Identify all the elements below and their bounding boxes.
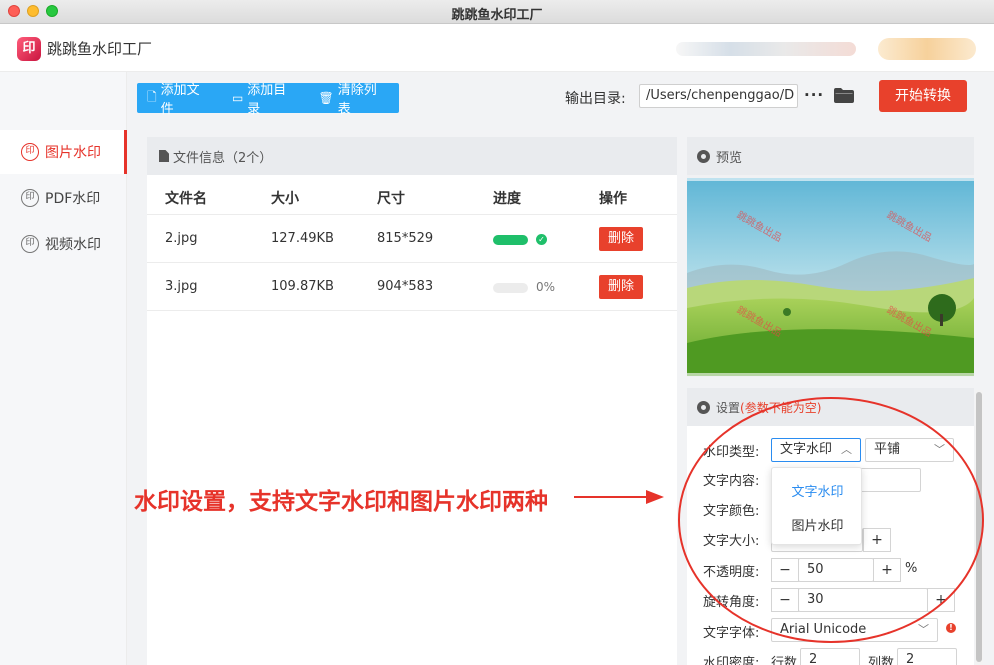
- column-header-dims: 尺寸: [377, 191, 405, 207]
- cols-label: 列数: [868, 656, 895, 665]
- table-bottom-border: [147, 310, 677, 311]
- rows-label: 行数: [771, 656, 798, 665]
- output-dir-label: 输出目录:: [565, 91, 626, 107]
- document-icon: [159, 150, 169, 162]
- progress-bar: [493, 235, 528, 245]
- opacity-minus-button[interactable]: −: [771, 558, 799, 582]
- preview-header: 预览: [687, 137, 974, 175]
- font-label: 文字字体:: [703, 626, 760, 641]
- sidebar-item-label: 视频水印: [45, 237, 101, 253]
- stamp-icon: 印: [21, 143, 39, 161]
- file-name: 2.jpg: [165, 231, 198, 246]
- app-header: 印 跳跳鱼水印工厂: [0, 24, 994, 72]
- app-name: 跳跳鱼水印工厂: [47, 40, 153, 58]
- column-header-size: 大小: [271, 191, 299, 207]
- watermark-type-select[interactable]: 文字水印 ︿: [771, 438, 861, 462]
- column-header-progress: 进度: [493, 191, 521, 207]
- gear-icon: [697, 149, 710, 163]
- file-toolbar: 🗋 添加文件 ▭ 添加目录 🗑 清除列表: [137, 83, 399, 117]
- delete-button[interactable]: 删除: [599, 227, 643, 251]
- opacity-unit: %: [905, 561, 918, 576]
- column-header-action: 操作: [599, 191, 627, 207]
- clear-list-button[interactable]: 🗑 清除列表: [309, 83, 399, 117]
- sidebar-item-pdf-watermark[interactable]: 印 PDF水印: [0, 176, 127, 220]
- annotation-text: 水印设置，支持文字水印和图片水印两种: [134, 489, 548, 515]
- file-dims: 904*583: [377, 279, 434, 294]
- folder-outline-icon: ▭: [231, 91, 244, 105]
- stamp-icon: 印: [21, 235, 39, 253]
- rotate-plus-button[interactable]: +: [927, 588, 955, 612]
- text-size-label: 文字大小:: [703, 534, 760, 549]
- opacity-plus-button[interactable]: +: [873, 558, 901, 582]
- sidebar-item-video-watermark[interactable]: 印 视频水印: [0, 222, 127, 266]
- more-dots-icon[interactable]: ···: [804, 86, 824, 104]
- file-list-header: 文件信息（2个）: [147, 137, 677, 175]
- font-select[interactable]: Arial Unicode ﹀: [771, 618, 938, 642]
- add-file-button[interactable]: 🗋 添加文件: [137, 83, 222, 117]
- dropdown-option-image-watermark[interactable]: 图片水印: [772, 515, 863, 534]
- settings-scrollbar[interactable]: [975, 390, 983, 665]
- file-icon: 🗋: [147, 89, 157, 104]
- stamp-icon: 印: [21, 189, 39, 207]
- rotate-minus-button[interactable]: −: [771, 588, 799, 612]
- text-content-label: 文字内容:: [703, 474, 760, 489]
- scrollbar-thumb[interactable]: [976, 392, 982, 662]
- text-color-label: 文字颜色:: [703, 504, 760, 519]
- density-label: 水印密度:: [703, 656, 760, 665]
- warning-icon: !: [946, 623, 956, 633]
- progress-bar: [493, 283, 528, 293]
- preview-image: 跳跳鱼出品 跳跳鱼出品 跳跳鱼出品 跳跳鱼出品: [687, 178, 974, 376]
- rotate-label: 旋转角度:: [703, 595, 760, 610]
- opacity-input[interactable]: 50: [798, 558, 874, 582]
- table-row: 2.jpg 127.49KB 815*529 ✓ 删除: [147, 214, 677, 262]
- watermark-type-dropdown: 文字水印 图片水印: [771, 467, 862, 545]
- file-size: 109.87KB: [271, 279, 334, 294]
- sidebar: 印 图片水印 印 PDF水印 印 视频水印: [0, 72, 127, 665]
- file-size: 127.49KB: [271, 231, 334, 246]
- chevron-down-icon: ﹀: [934, 443, 945, 456]
- file-list-panel: 文件信息（2个） 文件名 大小 尺寸 进度 操作 2.jpg 127.49KB …: [147, 137, 677, 665]
- progress-fill: [493, 235, 528, 245]
- output-dir-input[interactable]: /Users/chenpenggao/D: [639, 84, 798, 108]
- text-size-plus-button[interactable]: +: [863, 528, 891, 552]
- file-name: 3.jpg: [165, 279, 198, 294]
- delete-button[interactable]: 删除: [599, 275, 643, 299]
- folder-icon[interactable]: [834, 88, 854, 103]
- window-titlebar: 跳跳鱼水印工厂: [0, 0, 994, 24]
- app-logo-icon: 印: [17, 37, 41, 61]
- start-convert-button[interactable]: 开始转换: [879, 80, 967, 112]
- chevron-down-icon: ﹀: [918, 623, 929, 636]
- dropdown-option-text-watermark[interactable]: 文字水印: [772, 481, 863, 500]
- sidebar-item-image-watermark[interactable]: 印 图片水印: [0, 130, 127, 174]
- watermark-type-label: 水印类型:: [703, 445, 760, 460]
- landscape-image: [687, 178, 974, 376]
- trash-icon: 🗑: [318, 91, 334, 105]
- chevron-up-icon: ︿: [841, 443, 852, 456]
- cols-input[interactable]: 2: [897, 648, 957, 665]
- table-row: 3.jpg 109.87KB 904*583 0% 删除: [147, 262, 677, 310]
- preview-panel: 预览 跳跳鱼出品 跳跳鱼出品 跳跳鱼出品 跳跳鱼出品: [687, 137, 974, 377]
- check-icon: ✓: [536, 234, 547, 245]
- add-directory-button[interactable]: ▭ 添加目录: [222, 83, 309, 117]
- account-area[interactable]: [676, 42, 856, 56]
- vip-button[interactable]: [878, 38, 976, 60]
- sidebar-item-label: PDF水印: [45, 191, 101, 207]
- rows-input[interactable]: 2: [800, 648, 860, 665]
- file-dims: 815*529: [377, 231, 434, 246]
- opacity-label: 不透明度:: [703, 565, 760, 580]
- watermark-mode-select[interactable]: 平铺 ﹀: [865, 438, 954, 462]
- progress-percent: 0%: [536, 280, 556, 294]
- column-header-name: 文件名: [165, 191, 207, 207]
- sidebar-item-label: 图片水印: [45, 145, 101, 161]
- settings-note: (参数不能为空): [740, 400, 822, 415]
- settings-header: 设置 (参数不能为空): [687, 388, 974, 426]
- window-title: 跳跳鱼水印工厂: [451, 8, 543, 23]
- gear-icon: [697, 400, 710, 414]
- rotate-input[interactable]: 30: [798, 588, 928, 612]
